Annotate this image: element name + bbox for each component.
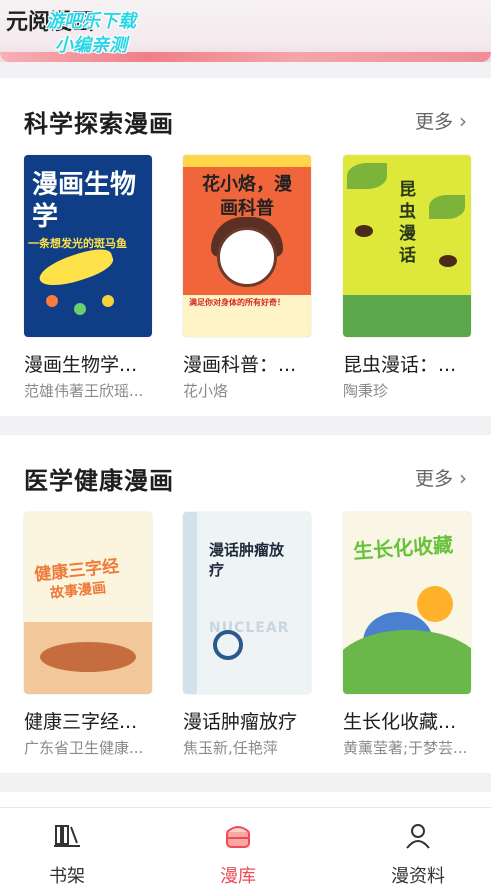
more-label: 更多 [414, 111, 453, 133]
tab-profile[interactable]: 漫资料 [358, 808, 478, 887]
more-label: 更多 [414, 468, 453, 490]
cover-title: 漫画生物学 [32, 170, 137, 232]
ground-illustration [343, 295, 471, 337]
profile-icon [406, 824, 430, 849]
chevron-right-icon: › [459, 108, 467, 133]
cover-title: 昆虫漫话 [399, 180, 416, 266]
cover-subtitle: 满足你对身体的所有好奇！ [189, 298, 285, 307]
decor-dot [74, 303, 86, 315]
book-author: 黄薰莹著;于梦芸... [343, 739, 468, 757]
tab-label: 漫资料 [391, 866, 445, 887]
book-cover[interactable]: 昆虫漫话 [343, 155, 471, 337]
atom-illustration [213, 630, 243, 660]
comic-library-icon [226, 826, 250, 848]
book-title: 漫画科普：... [183, 354, 297, 376]
book-cover[interactable]: 健康三字经 故事漫画 [24, 512, 152, 694]
cover-title: 花小烙，漫画科普 [202, 174, 292, 219]
insect-illustration [439, 255, 457, 267]
section-medical: 医学健康漫画 更多 › 健康三字经 故事漫画 健康三字经... 广东省卫生健康.… [0, 435, 491, 773]
more-button[interactable]: 更多 › [415, 464, 467, 491]
book-author: 陶秉珍 [343, 382, 389, 400]
book-cover[interactable]: 漫画生物学 一条想发光的斑马鱼 [24, 155, 152, 337]
cover-spine [183, 512, 197, 694]
bottom-tab-bar: 书架 漫库 漫资料 [0, 807, 491, 887]
sun-illustration [417, 586, 453, 622]
book-card[interactable]: 漫话肿瘤放疗 NUCLEAR 漫话肿瘤放疗 焦玉新,任艳萍 [183, 512, 311, 758]
section-title: 医学健康漫画 [24, 467, 174, 495]
book-author: 范雄伟著王欣瑶... [24, 382, 144, 400]
leaf-illustration [429, 195, 465, 219]
watermark: 游吧乐下载 小编亲测 [16, 10, 166, 62]
book-cover[interactable]: 花小烙，漫画科普 满足你对身体的所有好奇！ [183, 155, 311, 337]
leaf-illustration [347, 163, 387, 189]
cover-subtitle: 一条想发光的斑马鱼 [28, 237, 127, 250]
book-title: 昆虫漫话：... [343, 354, 457, 376]
fish-illustration [35, 243, 117, 293]
book-author: 广东省卫生健康... [24, 739, 144, 757]
section-title: 科学探索漫画 [24, 110, 174, 138]
book-card[interactable]: 生长化收藏 生长化收藏... 黄薰莹著;于梦芸... [343, 512, 471, 758]
watermark-line2: 小编亲测 [55, 35, 127, 56]
book-card[interactable]: 健康三字经 故事漫画 健康三字经... 广东省卫生健康... [24, 512, 152, 758]
chevron-right-icon: › [459, 465, 467, 490]
tab-label: 漫库 [220, 866, 256, 887]
cover-title: 漫话肿瘤放疗 [209, 541, 285, 579]
book-cover[interactable]: 漫话肿瘤放疗 NUCLEAR [183, 512, 311, 694]
watermark-line1: 游吧乐下载 [46, 11, 136, 32]
book-title: 健康三字经... [24, 711, 138, 733]
more-button[interactable]: 更多 › [415, 107, 467, 134]
cover-subtitle: 故事漫画 [49, 580, 107, 602]
book-cover[interactable]: 生长化收藏 [343, 512, 471, 694]
decor-dot [102, 295, 114, 307]
cover-title: 生长化收藏 [352, 532, 454, 564]
book-title: 生长化收藏... [343, 711, 457, 733]
book-author: 花小烙 [183, 382, 229, 400]
cover-top-band [183, 155, 311, 167]
book-card[interactable]: 花小烙，漫画科普 满足你对身体的所有好奇！ 漫画科普：... 花小烙 [183, 155, 311, 401]
book-title: 漫画生物学... [24, 354, 138, 376]
section-science: 科学探索漫画 更多 › 漫画生物学 一条想发光的斑马鱼 漫画生物学... 范雄伟… [0, 78, 491, 416]
book-title: 漫话肿瘤放疗 [183, 711, 298, 733]
bookshelf-icon [54, 825, 80, 847]
character-face [217, 227, 277, 287]
hill-illustration [343, 630, 471, 694]
insect-illustration [355, 225, 373, 237]
book-card[interactable]: 漫画生物学 一条想发光的斑马鱼 漫画生物学... 范雄伟著王欣瑶... [24, 155, 152, 401]
decor-dot [46, 295, 58, 307]
book-card[interactable]: 昆虫漫话 昆虫漫话：... 陶秉珍 [343, 155, 471, 401]
table-illustration [40, 642, 136, 672]
tab-comic-library[interactable]: 漫库 [178, 808, 298, 887]
tab-label: 书架 [49, 866, 85, 887]
book-author: 焦玉新,任艳萍 [183, 739, 278, 757]
tab-bookshelf[interactable]: 书架 [7, 808, 127, 887]
